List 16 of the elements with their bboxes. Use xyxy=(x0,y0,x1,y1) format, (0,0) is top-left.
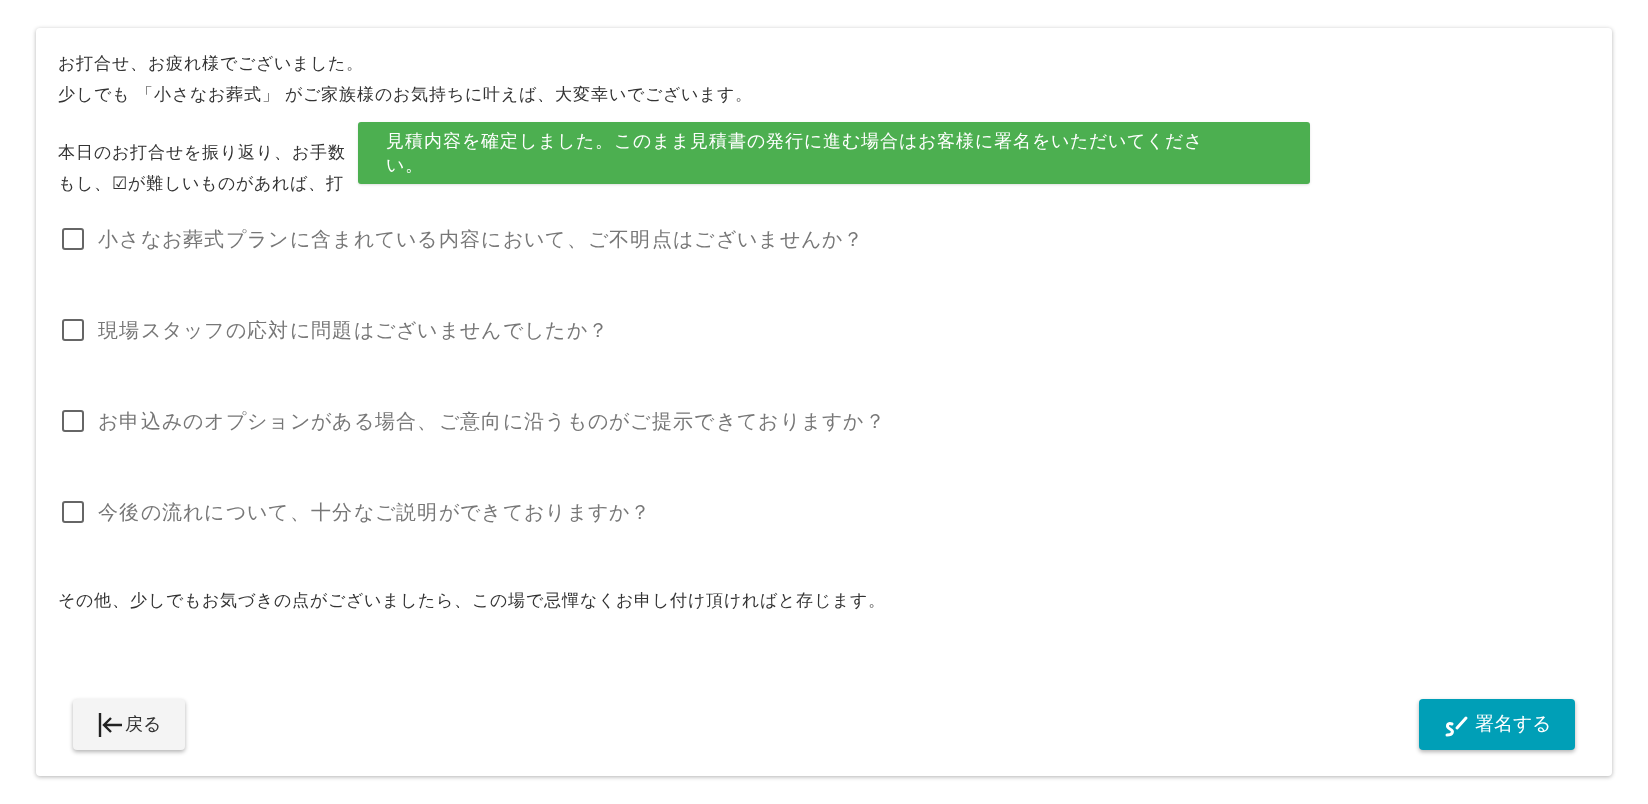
success-toast: 見積内容を確定しました。このまま見積書の発行に進む場合はお客様に署名をいただいてください。 xyxy=(358,122,1310,184)
checklist-label: 今後の流れについて、十分なご説明ができておりますか？ xyxy=(98,500,652,525)
checkbox[interactable] xyxy=(62,228,84,250)
intro-text: お打合せ、お疲れ様でございました。 xyxy=(58,53,364,75)
checklist-label: お申込みのオプションがある場合、ご意向に沿うものがご提示できておりますか？ xyxy=(98,409,887,434)
checkbox[interactable] xyxy=(62,501,84,523)
checkbox[interactable] xyxy=(62,319,84,341)
checklist-label: 小さなお葬式プランに含まれている内容において、ご不明点はございませんか？ xyxy=(98,227,865,252)
checkbox[interactable] xyxy=(62,410,84,432)
arrow-left-to-bar-icon xyxy=(97,711,123,738)
review-text: 本日のお打合せを振り返り、お手数 xyxy=(58,142,346,164)
intro-text: 少しでも 「小さなお葬式」 がご家族様のお気持ちに叶えば、大変幸いでございます。 xyxy=(58,84,754,106)
checklist-label: 現場スタッフの応対に問題はございませんでしたか？ xyxy=(98,318,610,343)
closing-text: その他、少しでもお気づきの点がございましたら、この場で忌憚なくお申し付け頂ければと存じます。 xyxy=(58,590,886,612)
review-text: もし、☑が難しいものがあれば、打 xyxy=(58,173,344,195)
back-button[interactable]: 戻る xyxy=(73,699,185,750)
